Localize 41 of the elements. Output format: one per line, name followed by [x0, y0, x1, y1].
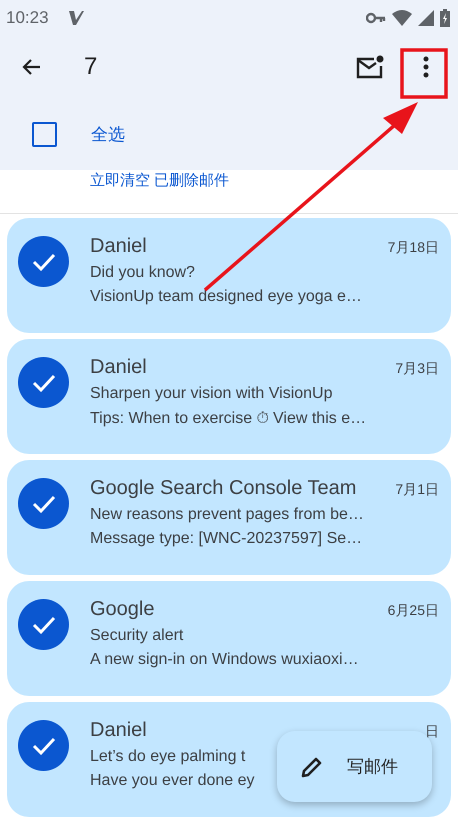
message-date: 6月25日 [388, 602, 439, 620]
message-snippet: A new sign-in on Windows wuxiaoxi… [90, 651, 359, 669]
message-card[interactable]: Daniel 7月3日 Sharpen your vision with VisionUp Tips: When to exercise ⏱ View this e… [7, 339, 451, 454]
selected-check-icon[interactable] [18, 720, 69, 771]
selected-check-icon[interactable] [18, 236, 69, 287]
message-subject: Sharpen your vision with VisionUp [90, 385, 332, 403]
key-icon [366, 12, 386, 24]
status-time: 10:23 [6, 8, 49, 28]
selected-check-icon[interactable] [18, 357, 69, 408]
message-subject: Let’s do eye palming t [90, 748, 246, 766]
highlight-frame [400, 48, 448, 99]
message-sender: Google Search Console Team [90, 477, 356, 500]
message-date: 7月1日 [395, 481, 439, 499]
message-card[interactable]: Google Search Console Team 7月1日 New reasons prevent pages from be… Message type: [WNC-20237597] Se… [7, 460, 451, 575]
message-snippet: Tips: When to exercise ⏱ View this e… [90, 409, 366, 428]
select-all-label[interactable]: 全选 [91, 123, 125, 146]
message-sender: Google [90, 598, 154, 621]
empty-trash-link[interactable]: 立即清空 已删除邮件 [90, 172, 230, 190]
message-sender: Daniel [90, 235, 147, 258]
message-date: 7月3日 [395, 360, 439, 378]
message-subject: Did you know? [90, 264, 195, 282]
message-date: 7月18日 [388, 239, 439, 257]
selected-count: 7 [84, 53, 98, 81]
message-snippet: Message type: [WNC-20237597] Se… [90, 530, 362, 548]
selected-check-icon[interactable] [18, 478, 69, 529]
more-vertical-icon [423, 56, 429, 78]
message-sender: Daniel [90, 719, 147, 742]
selected-check-icon[interactable] [18, 599, 69, 650]
wifi-icon [392, 10, 412, 26]
message-sender: Daniel [90, 356, 147, 379]
message-snippet: VisionUp team designed eye yoga e… [90, 288, 362, 306]
message-subject: Security alert [90, 627, 184, 645]
battery-icon [440, 8, 450, 26]
envelope-dot-icon [356, 54, 384, 80]
message-subject: New reasons prevent pages from be… [90, 506, 364, 524]
signal-icon [418, 10, 434, 26]
select-all-checkbox[interactable] [32, 122, 57, 147]
message-snippet: Have you ever done ey [90, 772, 255, 790]
message-card[interactable]: Daniel 7月18日 Did you know? VisionUp team designed eye yoga e… [7, 218, 451, 333]
notification-icon [66, 10, 85, 26]
message-card[interactable]: Google 6月25日 Security alert A new sign-in on Windows wuxiaoxi… [7, 581, 451, 696]
